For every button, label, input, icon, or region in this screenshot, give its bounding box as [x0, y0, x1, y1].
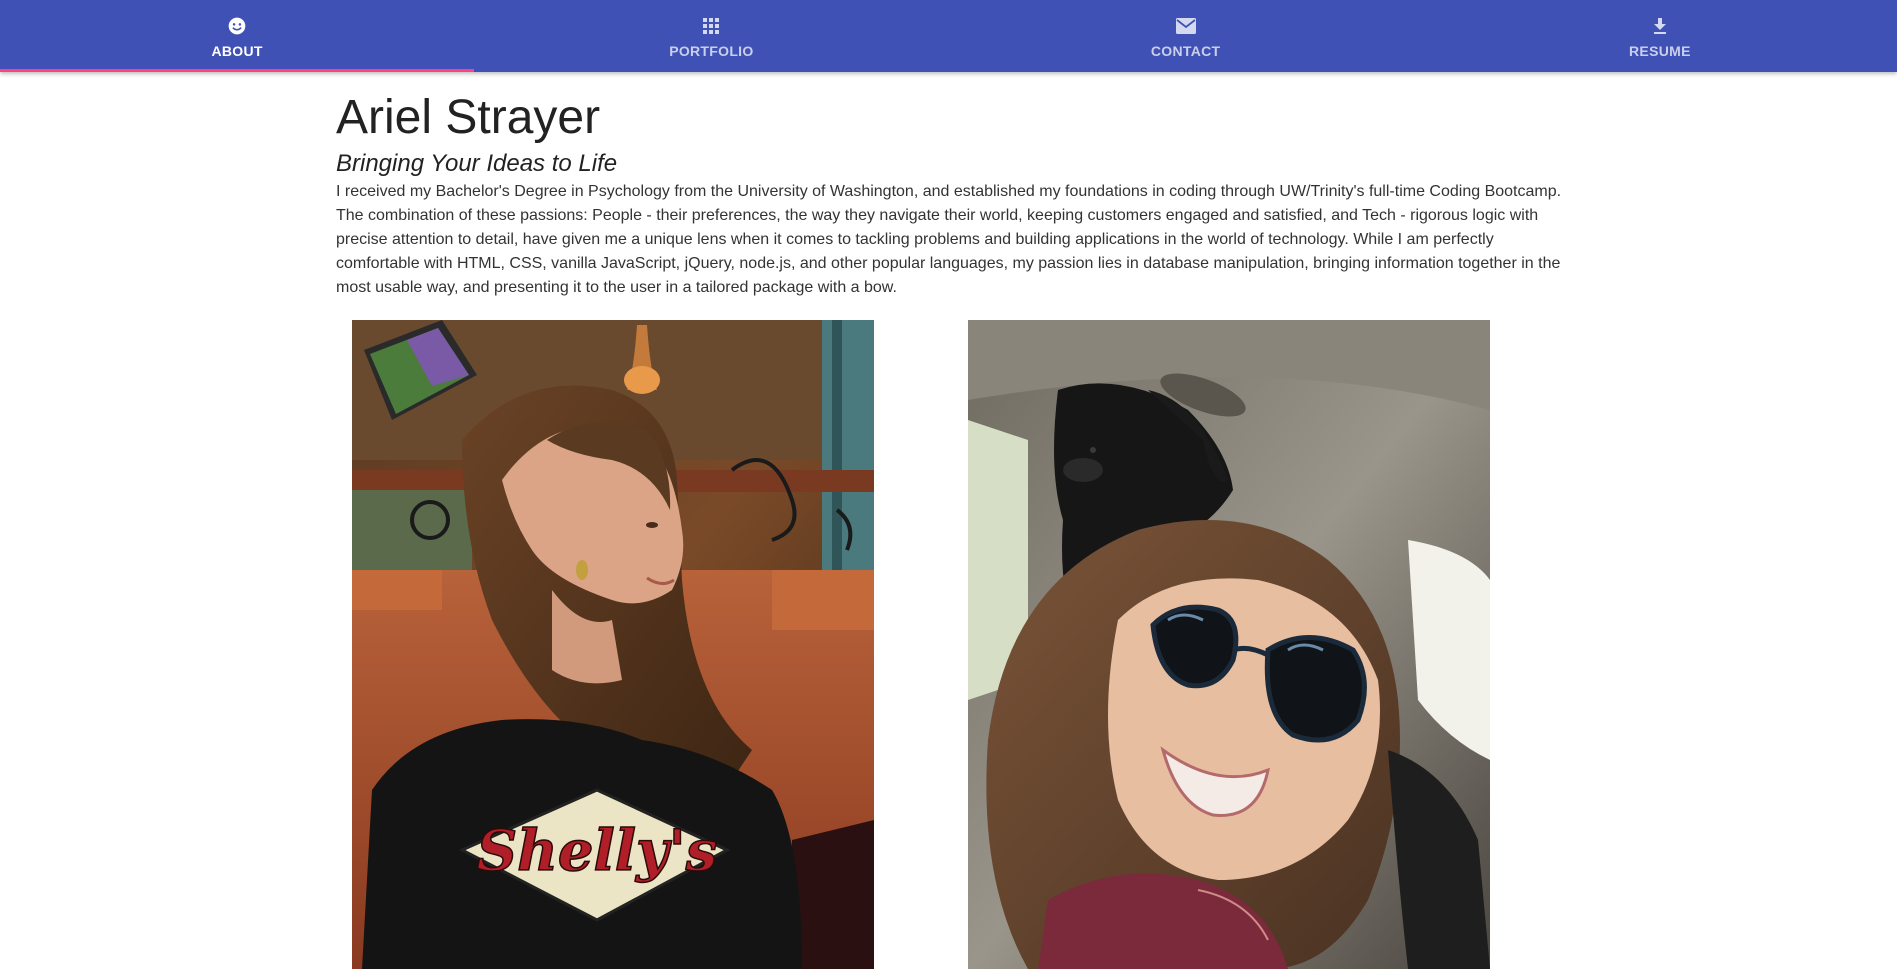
top-navigation-bar: ABOUT PORTFOLIO CONTACT RESUME — [0, 0, 1897, 72]
page-title: Ariel Strayer — [336, 91, 601, 144]
tab-about-label: ABOUT — [211, 43, 263, 59]
smiley-icon — [226, 15, 248, 37]
shirt-logo: Shelly's — [477, 818, 718, 884]
active-tab-indicator — [0, 69, 475, 72]
tab-contact[interactable]: CONTACT — [949, 0, 1423, 72]
photo-gallery: Shelly's — [352, 320, 1492, 969]
tagline: Bringing Your Ideas to Life — [336, 150, 618, 177]
mail-icon — [1175, 15, 1197, 37]
grid-icon — [700, 15, 722, 37]
portrait-photo-restaurant: Shelly's — [352, 320, 874, 969]
tab-contact-label: CONTACT — [1150, 43, 1221, 59]
selfie-photo-car — [968, 320, 1490, 969]
bio-paragraph: I received my Bachelor's Degree in Psych… — [336, 183, 1562, 296]
tab-portfolio-label: PORTFOLIO — [669, 43, 754, 59]
download-icon — [1649, 15, 1671, 37]
tab-resume[interactable]: RESUME — [1423, 0, 1897, 72]
tab-about[interactable]: ABOUT — [0, 0, 475, 72]
tab-portfolio[interactable]: PORTFOLIO — [474, 0, 948, 72]
about-section: Ariel Strayer Bringing Your Ideas to Lif… — [336, 90, 1576, 300]
tab-resume-label: RESUME — [1629, 43, 1691, 59]
